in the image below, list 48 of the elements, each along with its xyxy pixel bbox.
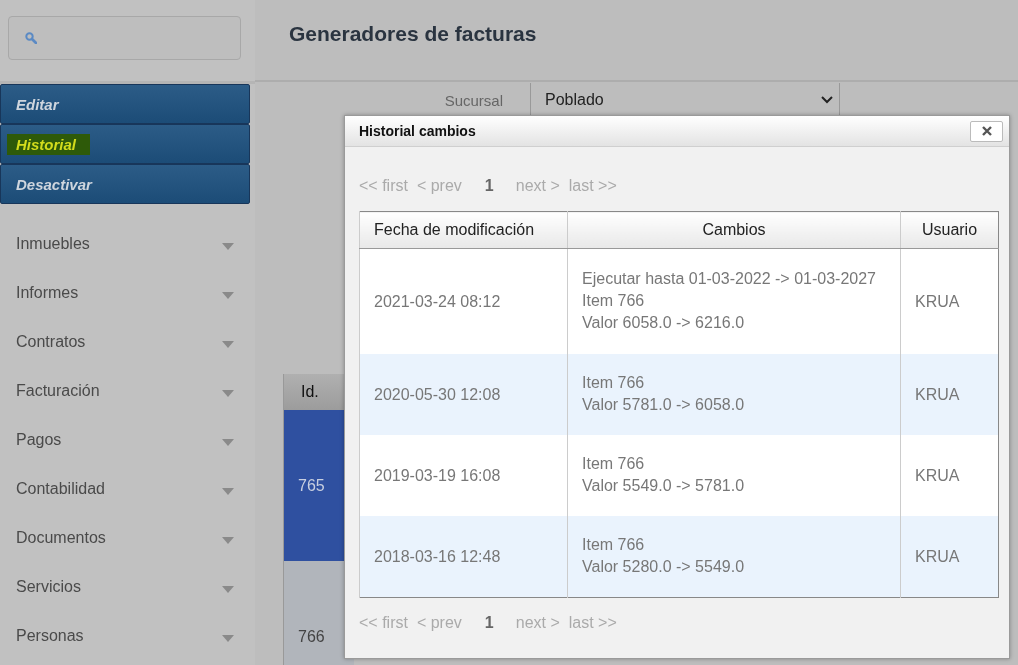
menu-item[interactable]: Inmuebles [0, 233, 255, 282]
page-number[interactable]: 1 [484, 614, 494, 632]
menu-item[interactable]: Contabilidad [0, 478, 255, 527]
column-header[interactable]: Usuario [900, 211, 999, 249]
caret-icon [222, 243, 234, 250]
caret-icon [222, 537, 234, 544]
column-header[interactable]: Cambios [567, 211, 901, 249]
caret-icon [222, 586, 234, 593]
caret-icon [222, 635, 234, 642]
search-field[interactable] [8, 16, 241, 60]
table-cell: Item 766 Valor 5549.0 -> 5781.0 [567, 435, 901, 516]
table-cell: Item 766 Valor 5781.0 -> 6058.0 [567, 354, 901, 435]
table-cell: 2018-03-16 12:48 [359, 516, 568, 598]
menu-item[interactable]: Documentos [0, 527, 255, 576]
table-cell: KRUA [900, 354, 999, 435]
table-cell: Item 766 Valor 5280.0 -> 5549.0 [567, 516, 901, 598]
action-button[interactable]: Historial [0, 124, 250, 164]
table-cell: 2020-05-30 12:08 [359, 354, 568, 435]
chevron-icon [821, 95, 833, 104]
menu-item[interactable]: Facturación [0, 380, 255, 429]
menu-item[interactable]: Informes [0, 282, 255, 331]
action-button[interactable]: Editar [0, 84, 250, 124]
table-cell: 2021-03-24 08:12 [359, 248, 568, 354]
caret-icon [222, 292, 234, 299]
page-title: Generadores de facturas [289, 22, 538, 46]
page-number[interactable]: 1 [484, 177, 494, 195]
caret-icon [222, 341, 234, 348]
search-icon [25, 32, 37, 44]
menu-item[interactable]: Servicios [0, 576, 255, 625]
branch-select[interactable]: Poblado [530, 82, 840, 118]
close-icon [981, 126, 992, 136]
close-button[interactable] [970, 120, 1003, 142]
caret-icon [222, 488, 234, 495]
dialog-title: Historial cambios [359, 123, 476, 139]
table-cell: KRUA [900, 248, 999, 354]
highlight-mark: Historial [7, 133, 90, 155]
action-button[interactable]: Desactivar [0, 164, 250, 204]
filter-label: Sucursal [443, 91, 503, 109]
table-cell: 2019-03-19 16:08 [359, 435, 568, 516]
table-cell: Ejecutar hasta 01-03-2022 -> 01-03-2027 Item 766 Valor 6058.0 -> 6216.0 [567, 248, 901, 354]
table-cell: KRUA [900, 516, 999, 598]
menu-item[interactable]: Pagos [0, 429, 255, 478]
column-header[interactable]: Fecha de modificación [359, 211, 568, 249]
menu-item[interactable]: Contratos [0, 331, 255, 380]
menu-item[interactable]: Personas [0, 625, 255, 665]
caret-icon [222, 439, 234, 446]
caret-icon [222, 390, 234, 397]
table-cell: KRUA [900, 435, 999, 516]
